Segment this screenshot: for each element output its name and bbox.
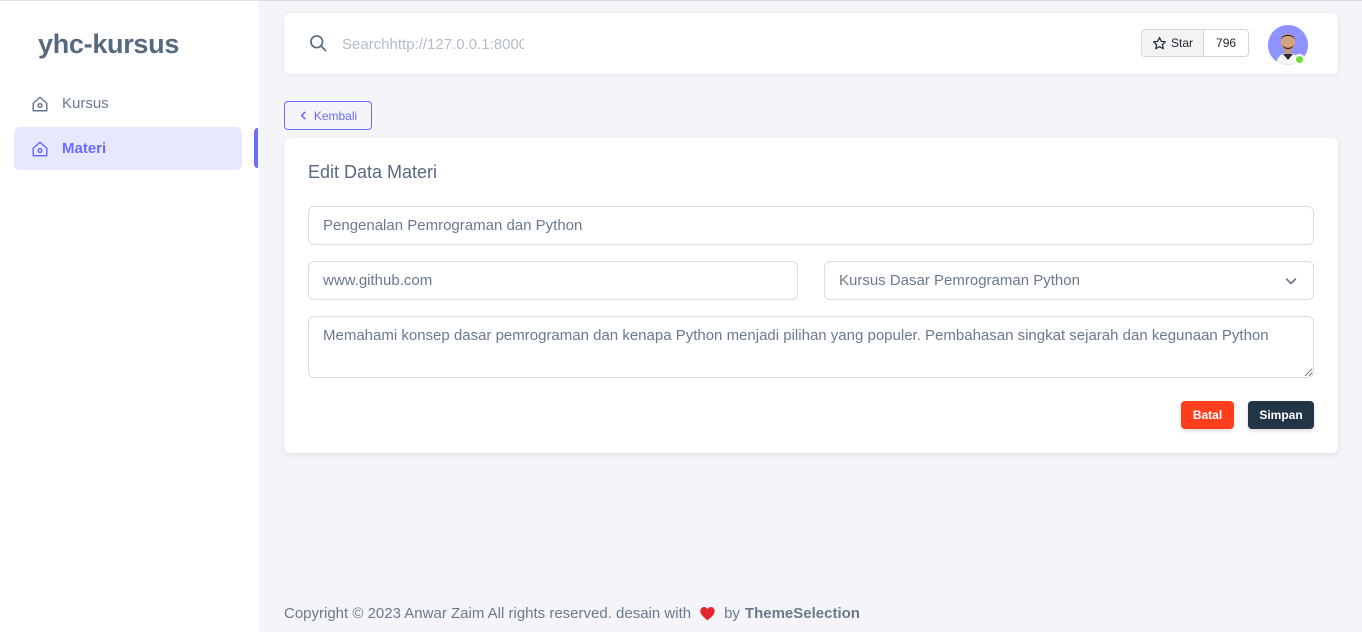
star-icon bbox=[1152, 36, 1167, 49]
search-input[interactable] bbox=[342, 32, 524, 56]
active-indicator bbox=[254, 128, 258, 168]
judul-input[interactable] bbox=[308, 206, 1314, 245]
chevron-down-icon bbox=[1285, 278, 1297, 285]
brand-logo-text[interactable]: yhc-kursus bbox=[38, 29, 179, 60]
sidebar: yhc-kursus Kursus Materi bbox=[0, 1, 258, 632]
footer-by: by bbox=[724, 605, 740, 622]
back-button-label: Kembali bbox=[313, 108, 358, 123]
github-star-widget[interactable]: Star 796 bbox=[1141, 29, 1250, 57]
sidebar-item-kursus[interactable]: Kursus bbox=[14, 82, 242, 125]
navbar: Star 796 bbox=[284, 13, 1338, 74]
online-status-badge bbox=[1294, 54, 1305, 65]
kursus-select[interactable]: Kursus Dasar Pemrograman Python bbox=[824, 261, 1314, 300]
home-icon bbox=[31, 140, 49, 158]
link-input[interactable] bbox=[308, 261, 798, 300]
batal-button[interactable]: Batal bbox=[1181, 401, 1234, 429]
chevron-left-icon bbox=[300, 111, 306, 120]
home-icon bbox=[31, 95, 49, 113]
footer-brand-link[interactable]: ThemeSelection bbox=[745, 605, 860, 622]
sidebar-item-label: Kursus bbox=[62, 95, 109, 112]
deskripsi-textarea[interactable]: Memahami konsep dasar pemrograman dan ke… bbox=[308, 316, 1314, 378]
sidebar-item-materi[interactable]: Materi bbox=[14, 127, 242, 170]
edit-materi-card: Edit Data Materi Kursus Dasar Pemrograma… bbox=[284, 138, 1338, 453]
sidebar-item-label: Materi bbox=[62, 140, 107, 157]
star-count[interactable]: 796 bbox=[1204, 30, 1249, 56]
github-star-button[interactable]: Star bbox=[1142, 30, 1205, 56]
heart-icon bbox=[699, 606, 716, 621]
search-icon bbox=[308, 33, 328, 53]
card-title: Edit Data Materi bbox=[308, 162, 438, 182]
footer: Copyright © 2023 Anwar Zaim All rights r… bbox=[284, 605, 860, 622]
footer-copyright: Copyright © 2023 Anwar Zaim All rights r… bbox=[284, 605, 692, 622]
simpan-button[interactable]: Simpan bbox=[1248, 401, 1314, 429]
kursus-select-value: Kursus Dasar Pemrograman Python bbox=[839, 272, 1080, 289]
star-label: Star bbox=[1171, 36, 1194, 50]
back-button[interactable]: Kembali bbox=[284, 101, 372, 130]
